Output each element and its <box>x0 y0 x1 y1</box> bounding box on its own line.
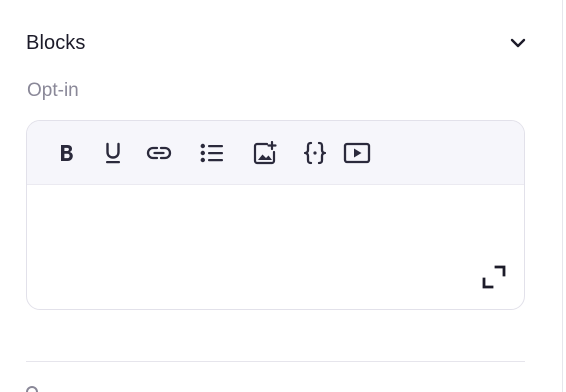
blocks-section-header[interactable]: Blocks <box>26 28 528 58</box>
link-icon <box>146 146 172 160</box>
underline-icon <box>106 142 120 164</box>
editor-toolbar <box>27 121 524 185</box>
expand-icon <box>482 265 506 289</box>
video-play-icon <box>343 142 371 164</box>
editor-content-area[interactable] <box>27 185 524 309</box>
link-button[interactable] <box>144 138 174 168</box>
section-divider <box>26 361 525 362</box>
panel-edge <box>562 0 563 392</box>
section-title: Blocks <box>26 31 86 54</box>
blocks-panel: Blocks Opt-in <box>0 0 566 392</box>
insert-video-button[interactable] <box>342 138 372 168</box>
expand-button[interactable] <box>480 263 508 291</box>
rich-text-editor <box>26 120 525 310</box>
bulleted-list-button[interactable] <box>197 138 227 168</box>
underline-button[interactable] <box>98 138 128 168</box>
bold-icon <box>61 145 73 161</box>
curly-braces-icon <box>304 141 326 165</box>
chevron-down-icon[interactable] <box>508 33 528 53</box>
bulleted-list-icon <box>200 143 223 163</box>
next-item-icon <box>26 386 38 392</box>
bold-button[interactable] <box>52 138 82 168</box>
insert-variable-button[interactable] <box>300 138 330 168</box>
image-add-icon <box>253 141 277 165</box>
insert-image-button[interactable] <box>250 138 280 168</box>
field-label: Opt-in <box>27 80 79 101</box>
